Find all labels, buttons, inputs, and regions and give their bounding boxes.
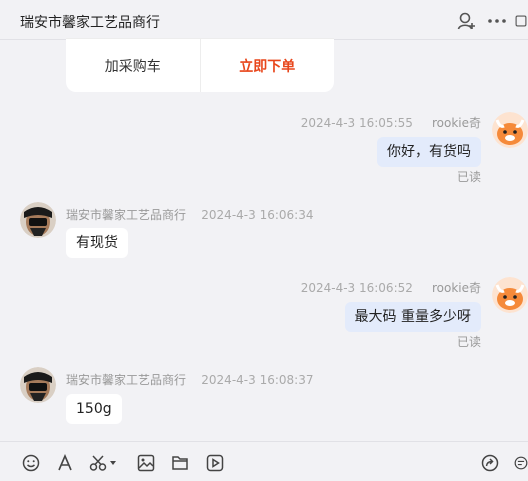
order-card: 加采购车 立即下单 [66,38,334,92]
add-user-icon[interactable] [456,10,478,32]
image-icon[interactable] [136,453,156,473]
seller-avatar[interactable] [20,367,56,403]
my-avatar[interactable] [492,112,528,148]
message-meta: 2024-4-3 16:06:52 rookie奇 [301,279,481,296]
read-status: 已读 [456,170,481,184]
message-bubble[interactable]: 最大码 重量多少呀 [344,302,481,332]
more-icon[interactable] [486,10,508,32]
scissors-icon[interactable] [89,453,119,473]
sender-name: 瑞安市馨家工艺品商行 [66,373,187,387]
window-icon[interactable] [514,10,528,32]
message-meta: 2024-4-3 16:05:55 rookie奇 [301,114,481,131]
chat-title: 瑞安市馨家工艺品商行 [20,15,160,31]
read-status: 已读 [456,335,481,349]
sender-name: rookie奇 [431,281,481,295]
font-icon[interactable] [55,453,75,473]
my-avatar[interactable] [492,277,528,313]
message-meta: 瑞安市馨家工艺品商行 2024-4-3 16:08:37 [66,371,313,388]
buy-now-button[interactable]: 立即下单 [201,39,335,92]
message-bubble[interactable]: 有现货 [66,228,128,258]
add-to-cart-button[interactable]: 加采购车 [66,39,201,92]
emoji-icon[interactable] [21,453,41,473]
share-icon[interactable] [480,453,500,473]
quick-reply-icon[interactable] [514,453,528,473]
seller-avatar[interactable] [20,202,56,238]
message-time: 2024-4-3 16:06:34 [201,208,314,222]
message-bubble[interactable]: 150g [66,394,122,424]
sender-name: 瑞安市馨家工艺品商行 [66,208,187,222]
video-icon[interactable] [205,453,225,473]
message-time: 2024-4-3 16:05:55 [300,116,413,130]
file-icon[interactable] [170,453,190,473]
message-time: 2024-4-3 16:08:37 [201,373,314,387]
message-time: 2024-4-3 16:06:52 [300,281,413,295]
input-toolbar [0,441,528,481]
message-bubble[interactable]: 你好，有货吗 [377,137,481,167]
chat-header: 瑞安市馨家工艺品商行 [0,0,528,40]
message-meta: 瑞安市馨家工艺品商行 2024-4-3 16:06:34 [66,206,313,223]
sender-name: rookie奇 [431,116,481,130]
